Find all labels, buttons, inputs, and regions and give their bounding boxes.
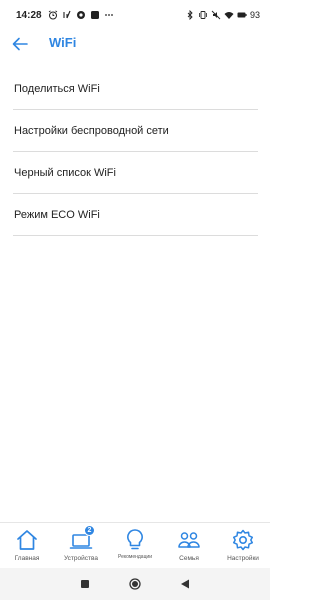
triangle-back-icon [181, 579, 189, 589]
bluetooth-icon [185, 10, 195, 20]
wifi-icon [224, 10, 234, 20]
bottom-tab-bar: Главная 2 Устройства Рекомендации Семья … [0, 522, 270, 568]
alarm-icon [48, 10, 58, 20]
back-nav-button[interactable] [178, 577, 192, 591]
tab-label: Рекомендации [117, 554, 153, 560]
mute-icon [211, 10, 221, 20]
tab-label: Настройки [227, 555, 259, 562]
square-icon [81, 580, 89, 588]
circle-icon [129, 578, 141, 590]
menu-item-label: Черный список WiFi [14, 166, 116, 179]
arrow-left-icon [12, 37, 28, 51]
vibrate-icon [198, 10, 208, 20]
app-notification-icon [76, 10, 86, 20]
status-bar: 14:28 93 [0, 0, 270, 30]
family-icon [176, 528, 202, 552]
recents-button[interactable] [78, 577, 92, 591]
menu-item-eco-mode[interactable]: Режим ECO WiFi [13, 194, 258, 236]
battery-percent: 93 [249, 10, 260, 20]
status-right: 93 [185, 10, 260, 20]
menu-item-wireless-settings[interactable]: Настройки беспроводной сети [13, 110, 258, 152]
page-title: WiFi [49, 35, 77, 50]
menu-item-share-wifi[interactable]: Поделиться WiFi [13, 68, 258, 110]
devices-count-badge: 2 [84, 525, 95, 536]
menu-item-label: Режим ECO WiFi [14, 208, 100, 221]
home-icon [14, 528, 40, 552]
tab-settings[interactable]: Настройки [216, 523, 270, 568]
tab-home[interactable]: Главная [0, 523, 54, 568]
tab-recommendations[interactable]: Рекомендации [108, 523, 162, 568]
tab-label: Семья [179, 555, 199, 562]
tab-devices[interactable]: 2 Устройства [54, 523, 108, 568]
menu-item-wifi-blacklist[interactable]: Черный список WiFi [13, 152, 258, 194]
battery-icon [237, 10, 247, 20]
lightbulb-icon [122, 528, 148, 552]
menu-item-label: Поделиться WiFi [14, 82, 100, 95]
signal-check-icon [62, 10, 72, 20]
back-button[interactable] [10, 34, 30, 54]
wifi-menu-list: Поделиться WiFi Настройки беспроводной с… [13, 68, 258, 236]
app-header: WiFi [0, 30, 270, 58]
home-nav-button[interactable] [128, 577, 142, 591]
gear-icon [230, 528, 256, 552]
menu-item-label: Настройки беспроводной сети [14, 124, 169, 137]
tab-family[interactable]: Семья [162, 523, 216, 568]
tab-label: Главная [14, 555, 40, 562]
status-left: 14:28 [16, 10, 114, 21]
devices-icon: 2 [68, 525, 95, 552]
tab-label: Устройства [63, 555, 98, 562]
status-time: 14:28 [16, 9, 42, 21]
app-square-icon [90, 10, 100, 20]
system-nav-bar [0, 568, 270, 600]
more-dots-icon [104, 10, 114, 20]
